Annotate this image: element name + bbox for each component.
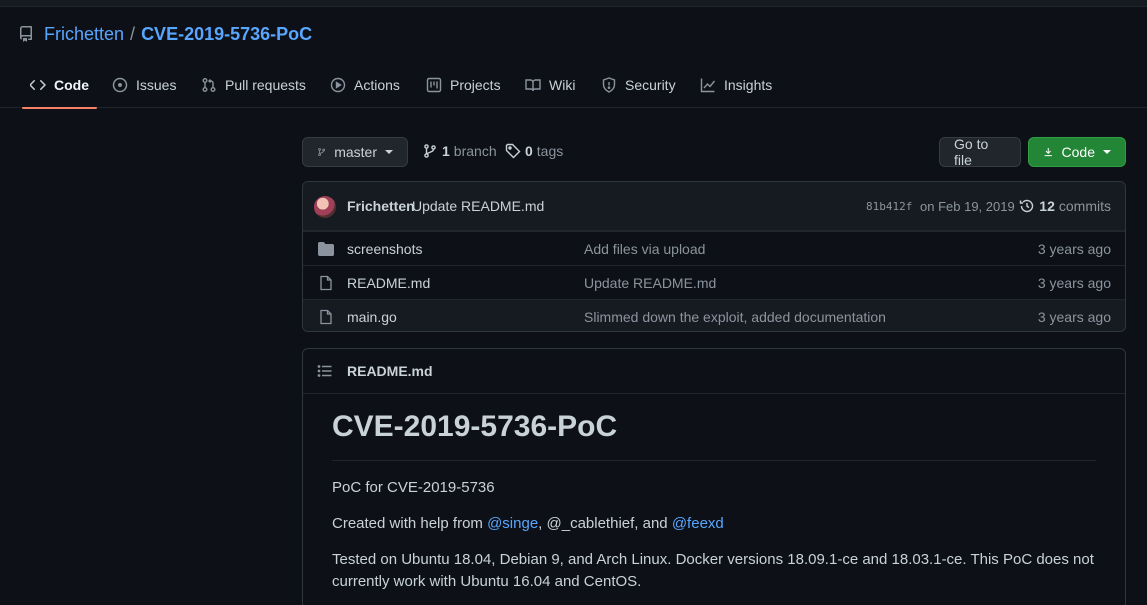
readme-paragraph: PoC for CVE-2019-5736 [332,478,495,496]
tab-security-label: Security [625,77,676,93]
repo-icon [19,26,32,42]
commits-link[interactable]: 12 commits [1019,198,1111,214]
file-commit-message[interactable]: Slimmed down the exploit, added document… [584,309,886,325]
book-icon [525,79,541,92]
branch-count: 1 [442,143,450,159]
file-name[interactable]: screenshots [347,241,422,257]
mention-link[interactable]: @feexd [672,515,724,532]
tab-wiki-label: Wiki [549,77,576,93]
file-row[interactable]: screenshots Add files via upload 3 years… [303,231,1125,265]
file-row[interactable]: README.md Update README.md 3 years ago [303,265,1125,299]
file-age: 3 years ago [1037,308,1111,325]
readme-title: CVE-2019-5736-PoC [332,408,1096,461]
code-button-label: Code [1061,144,1095,160]
tag-icon [505,143,521,159]
branch-icon [318,148,325,156]
play-icon [330,77,346,93]
commit-date: on Feb 19, 2019 [920,198,1015,214]
file-row[interactable]: main.go Slimmed down the exploit, added … [303,299,1125,331]
tab-insights[interactable]: Insights [692,62,780,108]
commit-count-label: commits [1058,198,1111,214]
file-icon [320,275,332,291]
repo-owner-link[interactable]: Frichetten [44,24,124,45]
commit-message[interactable]: Update README.md [412,198,544,214]
tab-actions[interactable]: Actions [322,62,408,108]
file-age: 3 years ago [1037,240,1111,257]
tab-wiki[interactable]: Wiki [517,62,583,108]
shield-icon [602,77,616,93]
code-dropdown-button[interactable]: Code [1028,137,1126,167]
download-icon [1044,148,1052,157]
repo-nav-tabs: Code Issues Pull requests Actions Projec… [0,62,1147,109]
code-icon [30,80,46,90]
tags-link[interactable]: 0 tags [505,141,563,161]
readme-paragraph: Tested on Ubuntu 18.04, Debian 9, and Ar… [332,550,1094,590]
top-bar [0,0,1147,7]
readme-panel: README.md CVE-2019-5736-PoC PoC for CVE-… [302,348,1126,605]
commit-hash[interactable]: 81b412f [866,200,912,213]
project-icon [426,77,442,93]
tab-issues-label: Issues [136,77,177,93]
tab-projects[interactable]: Projects [418,62,509,108]
branch-icon [424,144,436,158]
tab-insights-label: Insights [724,77,773,93]
repo-separator: / [130,23,136,44]
credits-middle: , @_cablethief, and [538,514,672,532]
history-icon [1020,199,1034,213]
file-commit-message[interactable]: Add files via upload [584,241,705,257]
readme-header: README.md [303,349,1125,394]
tab-pull-requests-label: Pull requests [225,77,306,93]
tag-count-label: tags [536,143,564,159]
pull-request-icon [202,78,216,92]
tab-pull-requests[interactable]: Pull requests [193,62,314,108]
file-browser: Frichetten Update README.md 81b412f on F… [302,181,1126,332]
credits-prefix: Created with help from [332,514,488,532]
commit-count: 12 [1039,198,1055,214]
tab-issues[interactable]: Issues [104,62,184,108]
branch-select-button[interactable]: master [302,137,408,167]
tab-security[interactable]: Security [593,62,684,108]
latest-commit-row: Frichetten Update README.md 81b412f on F… [303,182,1125,231]
tab-code[interactable]: Code [22,62,97,109]
commit-author[interactable]: Frichetten [347,198,415,214]
repo-name-link[interactable]: CVE-2019-5736-PoC [141,24,312,45]
file-name[interactable]: main.go [347,309,397,325]
go-to-file-button[interactable]: Go to file [939,136,1021,168]
tab-actions-label: Actions [354,77,400,93]
file-name[interactable]: README.md [347,275,430,291]
tab-code-label: Code [54,77,89,93]
folder-icon [318,242,334,256]
issue-icon [112,77,128,93]
file-icon [320,309,332,325]
tab-projects-label: Projects [450,77,501,93]
branches-link[interactable]: 1 branch [422,141,497,161]
chevron-down-icon [1103,150,1111,154]
graph-icon [700,78,716,93]
readme-credits: Created with help from @singe, @_cableth… [332,513,1096,535]
tag-count: 0 [525,143,533,159]
file-age: 3 years ago [1037,274,1111,291]
chevron-down-icon [385,150,393,154]
branch-count-label: branch [453,143,497,159]
branch-name: master [334,144,377,160]
readme-body: CVE-2019-5736-PoC PoC for CVE-2019-5736 … [303,394,1125,593]
mention-link[interactable]: @singe [487,515,538,532]
repo-header: Frichetten / CVE-2019-5736-PoC [18,22,312,46]
avatar[interactable] [314,196,336,218]
file-commit-message[interactable]: Update README.md [584,275,716,291]
readme-filename[interactable]: README.md [347,363,433,379]
list-icon[interactable] [317,363,333,379]
